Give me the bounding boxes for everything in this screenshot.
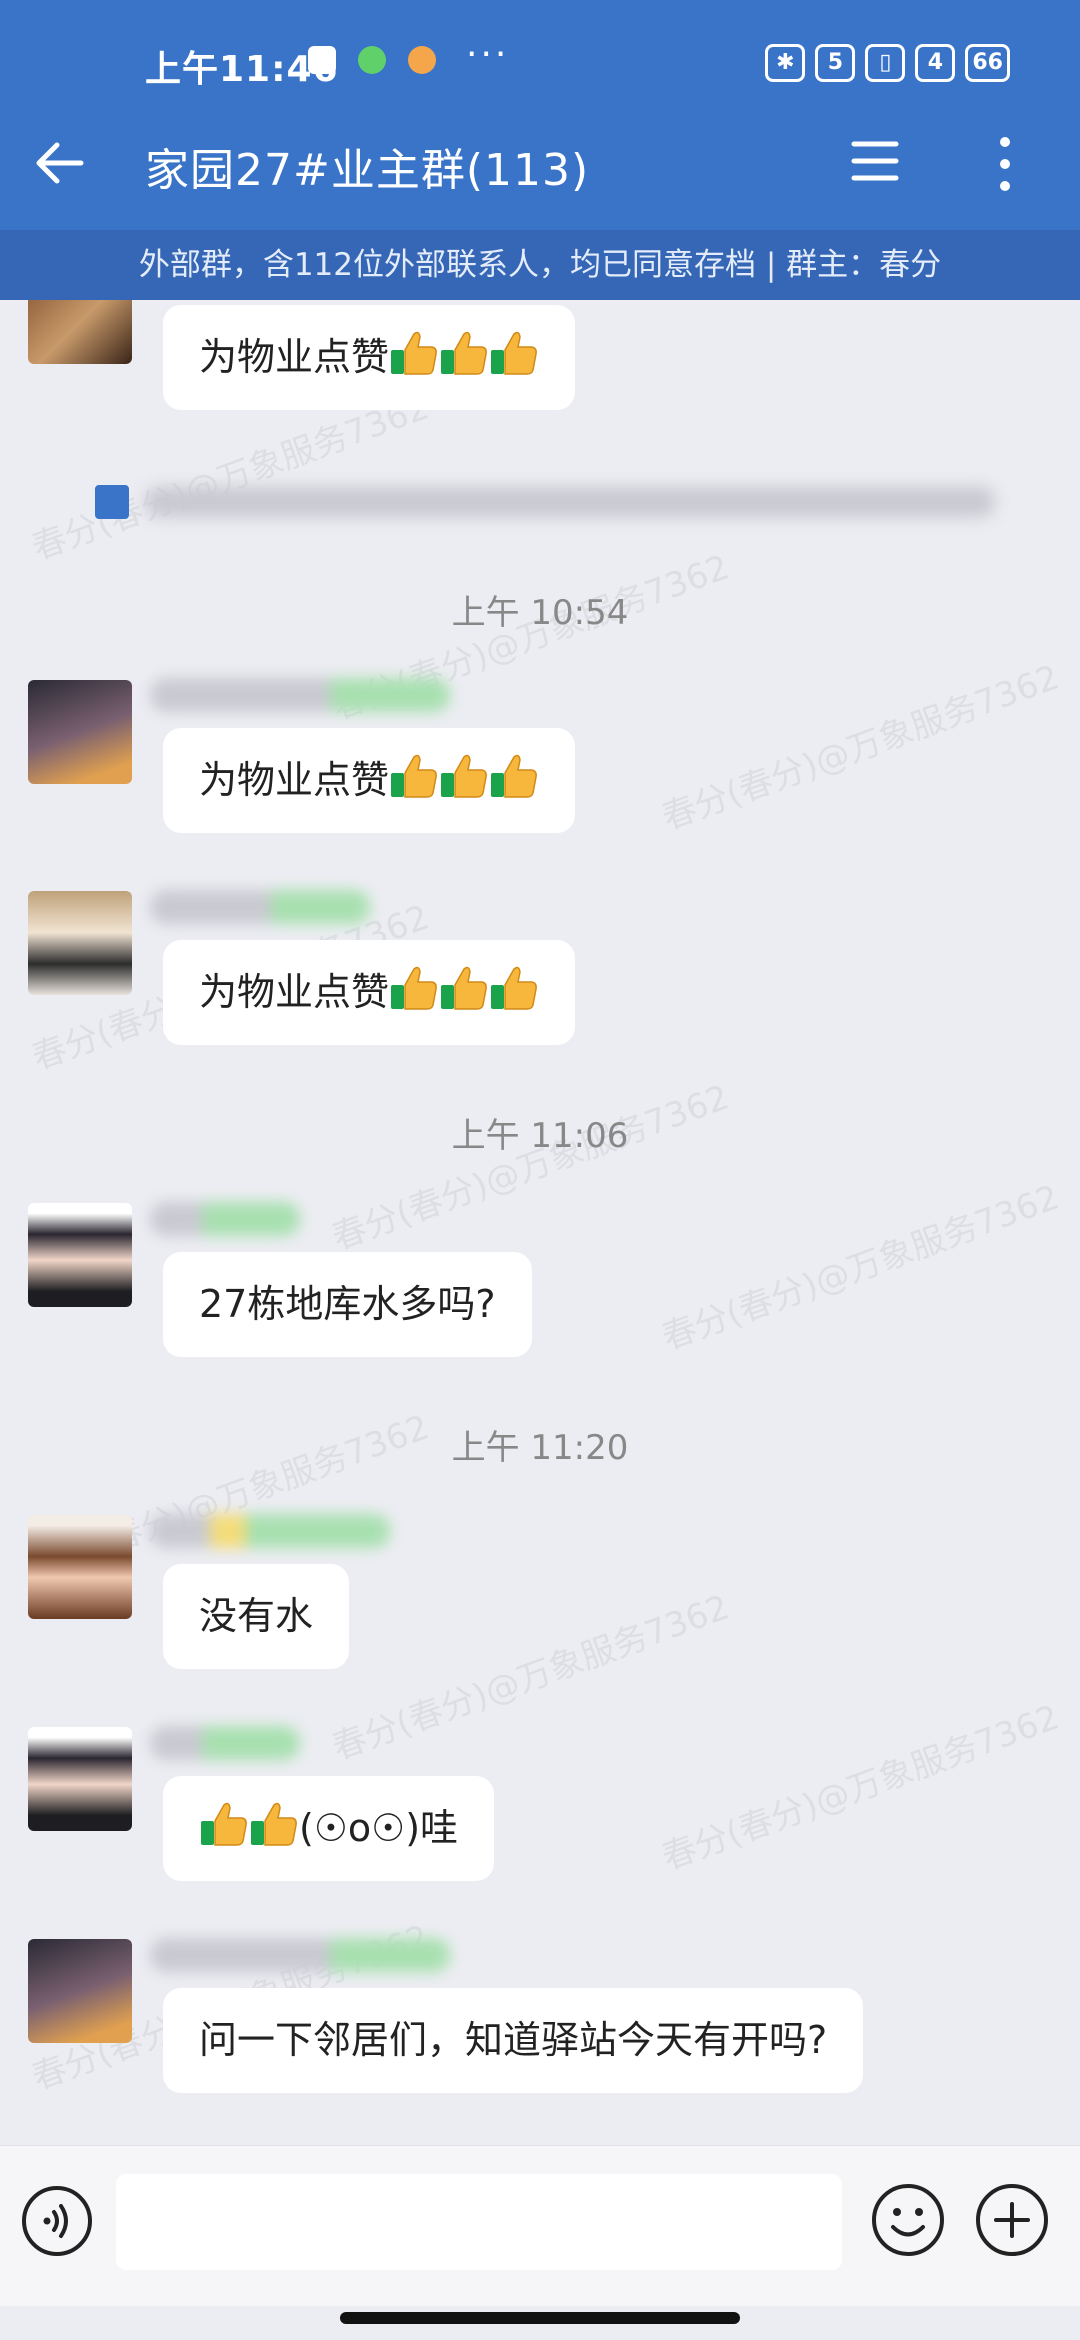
menu-button[interactable] — [850, 136, 910, 192]
thumbs-up-icon — [439, 963, 489, 1013]
thumbs-up-icon — [439, 751, 489, 801]
thumbs-up-icon — [389, 328, 439, 378]
thumbs-up-icon — [489, 751, 539, 801]
avatar[interactable] — [28, 1727, 132, 1831]
avatar[interactable] — [28, 680, 132, 784]
watermark: 春分(春分)@万象服务7362 — [656, 657, 1065, 839]
more-notifications: ··· — [466, 34, 510, 75]
menu-icon — [851, 141, 899, 181]
message-text: (☉o☉)哇 — [299, 1806, 459, 1850]
message-bubble[interactable]: 为物业点赞 — [163, 305, 576, 410]
sender-name — [150, 678, 450, 712]
message-text: 为物业点赞 — [199, 970, 390, 1014]
bluetooth-icon: ✱ — [765, 44, 806, 82]
status-bar: 上午11:46 ··· ✱ 5 ▯ 4 66 — [0, 0, 1080, 130]
plus-icon — [976, 2184, 1048, 2256]
thumbs-up-icon — [199, 1799, 249, 1849]
thumbs-up-icon — [439, 328, 489, 378]
thumbs-up-icon — [249, 1799, 299, 1849]
more-button[interactable] — [990, 134, 1040, 198]
avatar[interactable] — [28, 1203, 132, 1307]
message-bubble[interactable]: 为物业点赞 — [163, 728, 576, 833]
voice-icon — [22, 2186, 92, 2256]
wechat-icon — [358, 46, 386, 74]
watermark: 春分(春分)@万象服务7362 — [326, 1077, 735, 1259]
back-button[interactable] — [30, 130, 90, 196]
message-text: 问一下邻居们，知道驿站今天有开吗? — [199, 2018, 828, 2062]
alarm-icon — [408, 46, 436, 74]
blurred-notice-text — [145, 487, 995, 517]
avatar[interactable] — [28, 300, 132, 364]
sender-name — [150, 1514, 390, 1548]
signal-4g-badge: 4 — [915, 44, 956, 82]
home-indicator[interactable] — [340, 2312, 740, 2324]
more-vertical-icon — [1000, 137, 1010, 191]
battery-icon: 66 — [965, 44, 1010, 82]
thumbs-up-icon — [489, 963, 539, 1013]
thumbs-up-icon — [389, 963, 439, 1013]
back-arrow-icon — [36, 142, 84, 184]
message-input[interactable] — [116, 2174, 842, 2270]
sender-name — [150, 890, 370, 924]
emoji-button[interactable] — [870, 2182, 946, 2258]
avatar[interactable] — [28, 1515, 132, 1619]
message-text: 为物业点赞 — [199, 758, 390, 802]
message-text: 为物业点赞 — [199, 335, 390, 379]
message-bubble[interactable]: 为物业点赞 — [163, 940, 576, 1045]
watermark: 春分(春分)@万象服务7362 — [656, 1697, 1065, 1879]
watermark: 春分(春分)@万象服务7362 — [326, 1587, 735, 1769]
status-indicators: ✱ 5 ▯ 4 66 — [765, 44, 1010, 82]
notification-icon — [308, 46, 336, 74]
app-bar: 家园27#业主群(113) — [0, 130, 1080, 230]
watermark: 春分(春分)@万象服务7362 — [656, 1177, 1065, 1359]
message-bubble[interactable]: 没有水 — [163, 1564, 350, 1669]
timestamp: 上午 10:54 — [451, 593, 629, 633]
add-button[interactable] — [974, 2182, 1050, 2258]
timestamp: 上午 11:06 — [451, 1116, 629, 1156]
voice-button[interactable] — [20, 2184, 94, 2258]
message-list[interactable]: 春分(春分)@万象服务7362 春分(春分)@万象服务7362 春分(春分)@万… — [0, 300, 1080, 2145]
signal-5g-badge: 5 — [815, 44, 856, 82]
input-bar — [0, 2145, 1080, 2306]
message-text: 27栋地库水多吗? — [199, 1282, 496, 1326]
message-bubble[interactable]: 27栋地库水多吗? — [163, 1252, 532, 1357]
timestamp: 上午 11:20 — [451, 1428, 629, 1468]
message-text: 没有水 — [199, 1594, 314, 1638]
sender-name — [150, 1726, 300, 1760]
group-info-banner[interactable]: 外部群，含112位外部联系人，均已同意存档 | 群主：春分 — [0, 230, 1080, 300]
message-bubble[interactable]: 问一下邻居们，知道驿站今天有开吗? — [163, 1988, 864, 2093]
chat-title: 家园27#业主群(113) — [145, 145, 590, 196]
thumbs-up-icon — [489, 328, 539, 378]
sender-name — [150, 1938, 450, 1972]
message-bubble[interactable]: (☉o☉)哇 — [163, 1776, 495, 1881]
sim-icon: ▯ — [865, 44, 906, 82]
thumbs-up-icon — [389, 751, 439, 801]
sender-name — [150, 1202, 300, 1236]
avatar[interactable] — [28, 891, 132, 995]
add-member-icon — [95, 485, 129, 519]
system-notice — [95, 475, 995, 525]
avatar[interactable] — [28, 1939, 132, 2043]
emoji-icon — [872, 2184, 944, 2256]
